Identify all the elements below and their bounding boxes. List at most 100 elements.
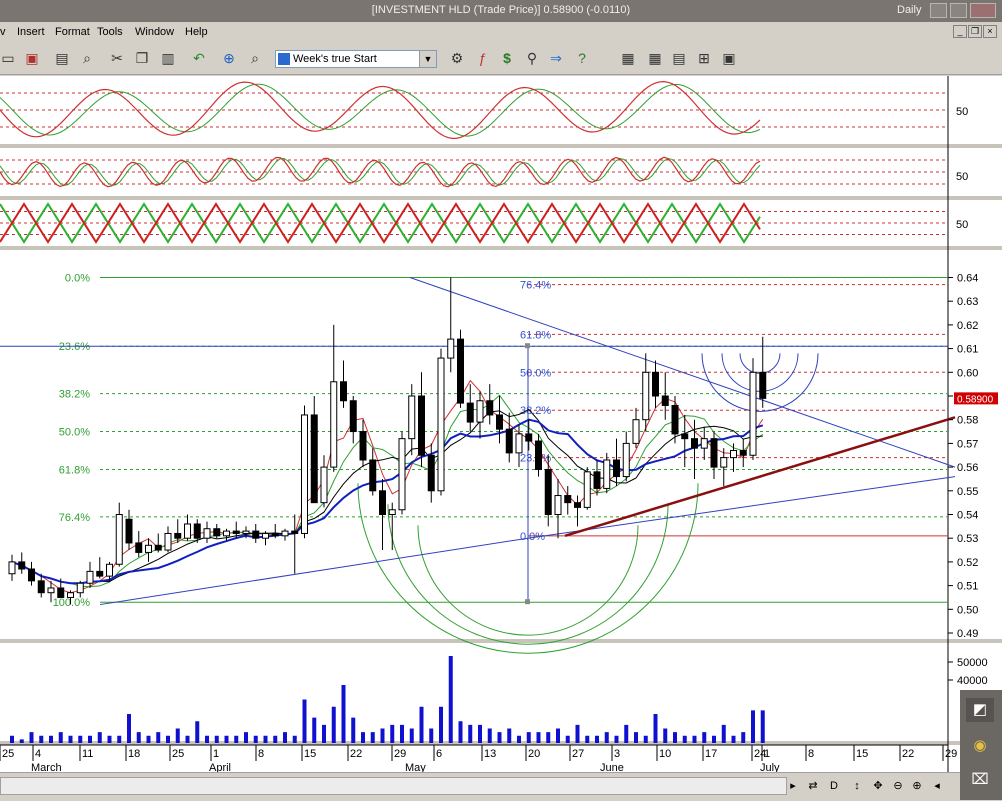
browser-icon[interactable]: ◉ xyxy=(966,734,994,758)
chart-area[interactable]: 505050 0.0%23.6%38.2%50.0%61.8%76.4%100.… xyxy=(0,76,1002,772)
menu-view[interactable]: v xyxy=(0,26,6,38)
d-icon[interactable]: D xyxy=(827,779,841,793)
month-label: March xyxy=(31,762,62,772)
volume-bar xyxy=(331,706,336,743)
candle-body xyxy=(18,561,26,570)
gift-icon[interactable]: ⌧ xyxy=(966,768,994,792)
fib-right-label: 76.4% xyxy=(520,280,551,292)
help-query-icon[interactable]: ? xyxy=(572,49,592,67)
candle-body xyxy=(466,402,474,423)
scroll-left-icon[interactable]: ◂ xyxy=(930,779,944,793)
layout-3-icon[interactable]: ▤ xyxy=(669,49,689,67)
layout-1-icon[interactable]: ▦ xyxy=(618,49,638,67)
volume-bar xyxy=(458,721,463,743)
candle-body xyxy=(427,454,435,492)
month-label: June xyxy=(600,762,624,772)
close-button[interactable] xyxy=(970,3,996,18)
candle-body xyxy=(583,471,591,508)
volume-bar xyxy=(10,735,14,743)
menu-format[interactable]: Format xyxy=(55,26,90,38)
volume-bar xyxy=(127,714,131,743)
candle-body xyxy=(661,395,669,406)
move-icon[interactable]: ✥ xyxy=(871,779,885,793)
volume-bar xyxy=(341,685,346,743)
menu-tools[interactable]: Tools xyxy=(97,26,123,38)
save-icon[interactable]: ▣ xyxy=(22,49,42,67)
menu-insert[interactable]: Insert xyxy=(17,26,45,38)
copy-icon[interactable]: ❐ xyxy=(132,49,152,67)
candle-body xyxy=(613,459,620,478)
candle-body xyxy=(232,530,240,534)
date-tick-label: 29 xyxy=(945,748,957,760)
function-icon[interactable]: ƒ xyxy=(472,49,492,67)
volume-bar xyxy=(712,735,716,743)
menu-window[interactable]: Window xyxy=(135,26,174,38)
binoculars-icon[interactable]: ⚲ xyxy=(522,49,542,67)
range-marker-handle xyxy=(525,343,530,349)
volume-bar xyxy=(244,732,248,743)
drawing-tool-combo[interactable]: Week's true Start ▼ xyxy=(275,50,437,68)
horizontal-scrollbar[interactable] xyxy=(0,777,787,795)
cut-icon[interactable]: ✂ xyxy=(107,49,127,67)
maximize-button[interactable] xyxy=(950,3,967,18)
volume-bar xyxy=(49,735,53,743)
price-tick-label: 0.51 xyxy=(957,581,978,593)
candle-body xyxy=(252,530,260,539)
month-label: May xyxy=(405,762,426,772)
scroll-right-icon[interactable]: ▸ xyxy=(786,779,800,793)
toolbar: ▭ ▣ ▤ ⌕ ✂ ❐ ▥ ↶ ⊕ ⌕ Week's true Start ▼ … xyxy=(0,42,1002,75)
candle-body xyxy=(418,395,425,456)
layout-5-icon[interactable]: ▣ xyxy=(719,49,739,67)
minimize-button[interactable] xyxy=(930,3,947,18)
app-launcher-icon[interactable]: ◩ xyxy=(966,698,994,722)
candle-body xyxy=(174,532,182,539)
volume-bar xyxy=(400,724,404,743)
indicator-icon[interactable]: ⚙ xyxy=(447,49,467,67)
candle-body xyxy=(271,532,279,537)
layout-4-icon[interactable]: ⊞ xyxy=(694,49,714,67)
volume-bar xyxy=(585,735,590,743)
menu-help[interactable]: Help xyxy=(185,26,208,38)
volume-bar xyxy=(721,724,726,743)
candle-body xyxy=(476,400,484,423)
mdi-close-button[interactable]: × xyxy=(983,25,997,38)
mdi-restore-button[interactable]: ❐ xyxy=(968,25,982,38)
price-tick-label: 0.53 xyxy=(957,533,978,545)
volume-bar xyxy=(88,735,92,743)
panel-separator xyxy=(0,639,1002,643)
chevron-down-icon[interactable]: ▼ xyxy=(419,51,436,67)
print-icon[interactable]: ▤ xyxy=(52,49,72,67)
price-tick-label: 0.63 xyxy=(957,296,978,308)
date-tick-label: 1 xyxy=(764,748,770,760)
volume-bar xyxy=(624,724,629,743)
volume-bar xyxy=(205,735,209,743)
mdi-minimize-button[interactable]: _ xyxy=(953,25,967,38)
undo-icon[interactable]: ↶ xyxy=(189,49,209,67)
date-tick-label: 8 xyxy=(258,748,264,760)
candle-body xyxy=(242,530,250,534)
arrow-right-icon[interactable]: ⇒ xyxy=(546,49,566,67)
candle-body xyxy=(369,459,377,492)
zoom-select-icon[interactable]: ⌕ xyxy=(245,49,265,67)
volume-bar xyxy=(234,735,239,743)
vertical-resize-icon[interactable]: ↕ xyxy=(850,779,864,793)
candle-body xyxy=(671,404,679,435)
zoom-out-icon[interactable]: ⊖ xyxy=(891,779,905,793)
candle-body xyxy=(622,442,630,478)
candle-body xyxy=(642,371,650,421)
layout-2-icon[interactable]: ▦ xyxy=(645,49,665,67)
refresh-icon[interactable]: ⇄ xyxy=(806,779,820,793)
volume-bar xyxy=(175,728,180,743)
candle-body xyxy=(632,419,640,444)
title-bar: [INVESTMENT HLD (Trade Price)] 0.58900 (… xyxy=(0,0,1002,22)
paste-icon[interactable]: ▥ xyxy=(158,49,178,67)
volume-bar xyxy=(741,732,746,743)
open-icon[interactable]: ▭ xyxy=(0,49,18,67)
volume-bar xyxy=(39,735,44,743)
zoom-icon[interactable]: ⌕ xyxy=(77,49,97,67)
dollar-icon[interactable]: $ xyxy=(497,49,517,67)
candle-body xyxy=(8,561,16,575)
zoom-in-icon[interactable]: ⊕ xyxy=(910,779,924,793)
crosshair-icon[interactable]: ⊕ xyxy=(219,49,239,67)
date-tick-label: 15 xyxy=(304,748,316,760)
